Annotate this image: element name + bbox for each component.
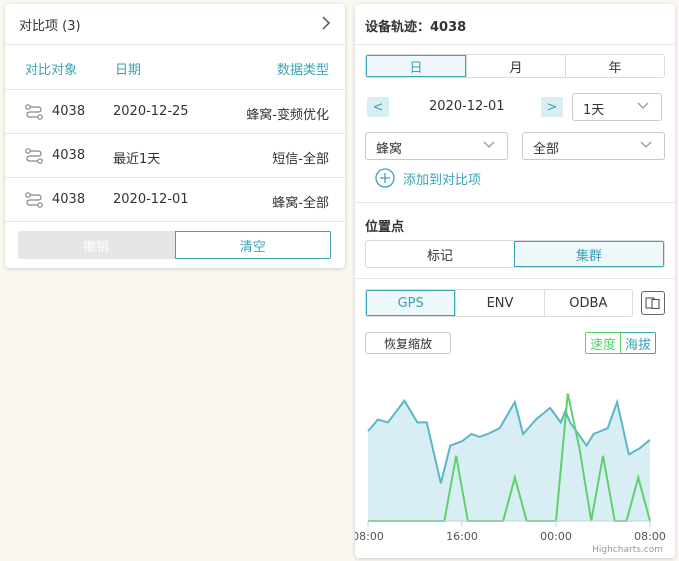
compare-column-headers: 对比对象 日期 数据类型 — [5, 45, 345, 90]
row-date: 最近1天 — [113, 152, 161, 167]
row-date: 2020-12-01 — [113, 192, 189, 207]
x-tick-label: 16:00 — [446, 530, 478, 543]
route-icon — [25, 148, 43, 164]
cancel-button[interactable]: 撤销 — [18, 231, 175, 259]
row-type: 蜂窝-变频优化 — [246, 108, 329, 123]
compare-row[interactable]: 4038 2020-12-25 蜂窝-变频优化 — [5, 90, 345, 134]
compare-title: 对比项 (3) — [19, 18, 81, 34]
chevron-right-icon[interactable] — [319, 14, 333, 32]
column-object: 对比对象 — [25, 63, 78, 78]
x-tick-label: 08:00 — [634, 530, 666, 543]
compare-row[interactable]: 4038 2020-12-01 蜂窝-全部 — [5, 178, 345, 222]
x-tick-label: 00:00 — [540, 530, 572, 543]
column-type: 数据类型 — [276, 63, 329, 78]
clear-button[interactable]: 清空 — [174, 231, 331, 259]
compare-header[interactable]: 对比项 (3) — [5, 4, 345, 45]
row-object: 4038 — [52, 104, 86, 119]
row-type: 短信-全部 — [272, 152, 329, 167]
x-tick-label: 08:00 — [355, 530, 384, 543]
row-object: 4038 — [52, 192, 86, 207]
route-icon — [25, 192, 43, 208]
row-type: 蜂窝-全部 — [272, 196, 329, 211]
compare-actions: 撤销 清空 — [18, 231, 331, 259]
row-object: 4038 — [52, 148, 86, 163]
route-icon — [25, 104, 43, 120]
track-chart[interactable]: 08:00 16:00 00:00 08:00 Highcharts.com — [355, 4, 675, 558]
compare-panel: 对比项 (3) 对比对象 日期 数据类型 4038 2020-12-25 蜂窝-… — [5, 4, 345, 268]
device-track-panel: 设备轨迹：4038 日 月 年 < 2020-12-01 > 1天 蜂窝 全部 … — [355, 4, 675, 558]
column-date: 日期 — [115, 63, 142, 78]
chart-credit: Highcharts.com — [592, 545, 663, 555]
row-date: 2020-12-25 — [113, 104, 189, 119]
compare-row[interactable]: 4038 最近1天 短信-全部 — [5, 134, 345, 178]
